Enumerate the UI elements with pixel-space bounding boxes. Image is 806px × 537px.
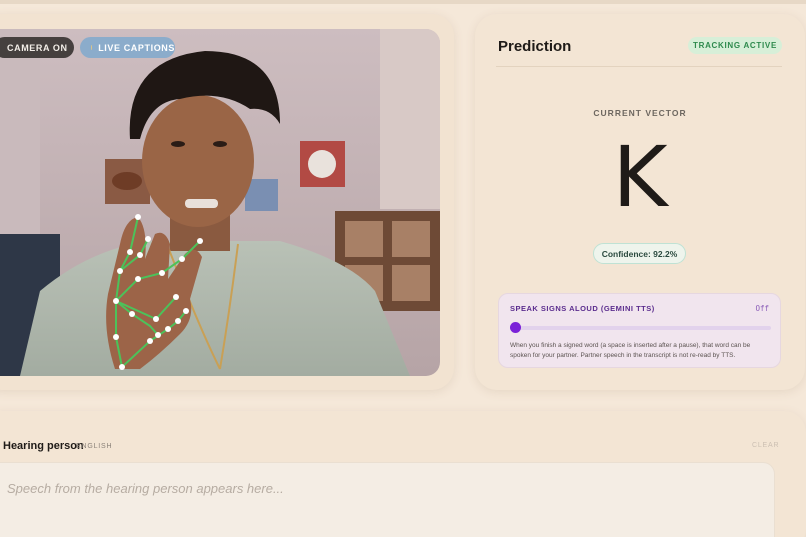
current-vector-label: CURRENT VECTOR: [593, 108, 687, 118]
tts-state-label: Off: [755, 304, 769, 313]
tts-settings-box: SPEAK SIGNS ALOUD (GEMINI TTS) Off When …: [498, 293, 781, 368]
tts-title: SPEAK SIGNS ALOUD (GEMINI TTS): [510, 304, 655, 313]
tracking-status-badge: TRACKING ACTIVE: [688, 37, 782, 54]
hearing-person-title: Hearing person: [3, 440, 84, 452]
clear-button[interactable]: CLEAR: [752, 442, 779, 449]
live-captions-pill[interactable]: LIVE CAPTIONS: [80, 37, 175, 58]
hearing-transcript-area[interactable]: [0, 462, 775, 537]
camera-video-feed: [0, 29, 440, 376]
captions-status-dot-icon: [91, 45, 93, 50]
live-captions-label: LIVE CAPTIONS: [98, 42, 175, 53]
tts-description: When you finish a signed word (a space i…: [510, 342, 751, 359]
top-strip: [0, 0, 806, 4]
confidence-badge: Confidence: 92.2%: [593, 243, 686, 264]
prediction-title: Prediction: [498, 38, 572, 55]
predicted-letter: K: [612, 128, 668, 226]
prediction-divider: [496, 66, 782, 67]
tts-toggle-thumb[interactable]: [510, 322, 521, 333]
tts-toggle-track[interactable]: [510, 326, 771, 330]
camera-status-pill[interactable]: CAMERA ON: [0, 37, 74, 58]
hearing-transcript-placeholder: Speech from the hearing person appears h…: [7, 481, 284, 496]
prediction-card: Prediction TRACKING ACTIVE CURRENT VECTO…: [475, 14, 805, 390]
camera-status-label: CAMERA ON: [7, 42, 68, 53]
hearing-language-label: ENGLISH: [76, 443, 113, 450]
